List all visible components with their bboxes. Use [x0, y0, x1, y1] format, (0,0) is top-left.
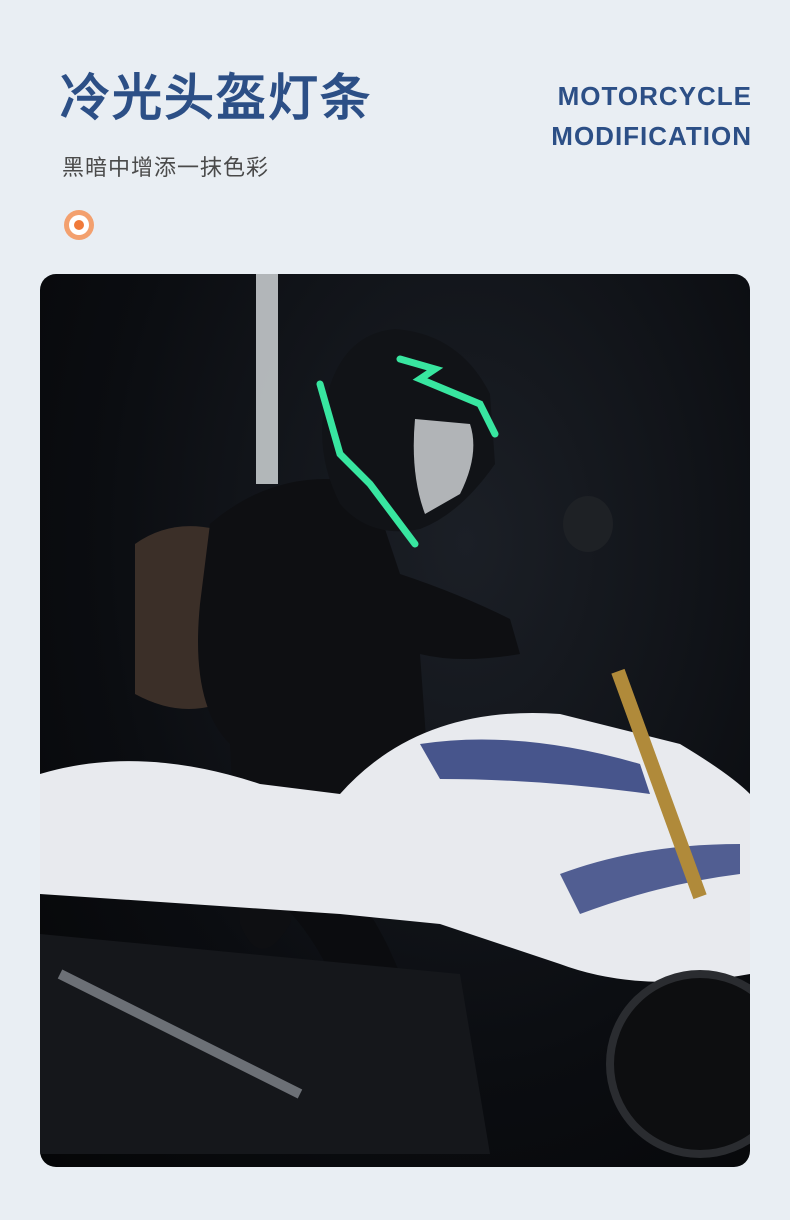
mirror: [563, 496, 613, 552]
photo-illustration: [40, 274, 750, 1158]
engine-area: [40, 934, 490, 1154]
front-wheel: [606, 970, 750, 1158]
category-tag-line-1: MOTORCYCLE: [557, 81, 752, 111]
light-pole: [256, 274, 278, 484]
category-tag-line-2: MODIFICATION: [551, 121, 752, 151]
motorcycle-rider-photo: [40, 274, 750, 1167]
category-tag: MOTORCYCLE MODIFICATION: [551, 76, 752, 156]
target-icon: [64, 210, 94, 240]
page-subtitle: 黑暗中增添一抹色彩: [62, 156, 270, 181]
page-title: 冷光头盔灯条: [60, 69, 372, 127]
